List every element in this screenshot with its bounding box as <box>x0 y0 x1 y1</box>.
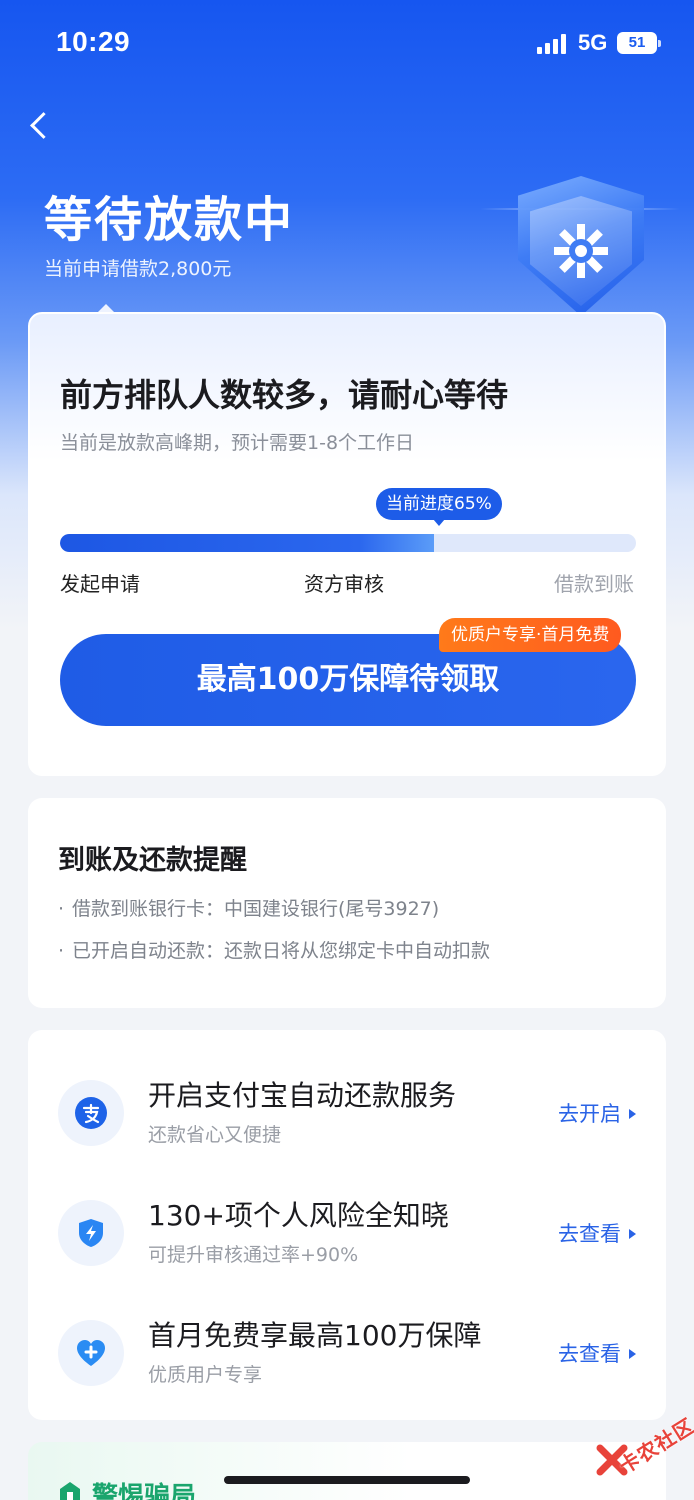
triangle-right-icon <box>629 1109 636 1119</box>
step-disbursed: 借款到账 <box>554 572 634 596</box>
loan-amount-subtitle: 当前申请借款2,800元 <box>44 258 232 280</box>
heart-plus-icon <box>77 1340 105 1366</box>
services-card: 开启支付宝自动还款服务 还款省心又便捷 去开启 130+项个人风险全知晓 可提升… <box>28 1030 666 1420</box>
network-label: 5G <box>578 30 608 55</box>
service-title: 开启支付宝自动还款服务 <box>148 1079 457 1112</box>
progress-fill <box>60 534 435 552</box>
service-subtitle: 优质用户专享 <box>148 1364 263 1386</box>
service-row-protection[interactable]: 首月免费享最高100万保障 优质用户专享 去查看 <box>28 1312 666 1422</box>
home-indicator[interactable] <box>224 1476 470 1484</box>
back-button[interactable] <box>24 106 60 146</box>
progress-bar <box>60 534 636 552</box>
battery-icon: 51 <box>617 32 661 54</box>
reminder-bank-card-text: 借款到账银行卡：中国建设银行(尾号3927) <box>72 898 440 920</box>
house-shield-icon <box>60 1482 80 1500</box>
triangle-right-icon <box>629 1229 636 1239</box>
reminder-title: 到账及还款提醒 <box>58 845 247 876</box>
queue-title: 前方排队人数较多，请耐心等待 <box>60 376 509 414</box>
warning-title: 警惕骗局 <box>92 1482 197 1500</box>
shield-lightning-icon <box>79 1219 103 1247</box>
step-apply: 发起申请 <box>60 572 140 596</box>
watermark: 卡农社区 <box>588 1408 694 1488</box>
shield-illustration <box>480 168 680 318</box>
service-row-alipay[interactable]: 开启支付宝自动还款服务 还款省心又便捷 去开启 <box>28 1072 666 1182</box>
bank-logo-icon <box>554 224 608 278</box>
enable-alipay-button[interactable]: 去开启 <box>558 1098 636 1128</box>
service-row-risk[interactable]: 130+项个人风险全知晓 可提升审核通过率+90% 去查看 <box>28 1192 666 1302</box>
service-action-label: 去查看 <box>558 1222 621 1246</box>
status-time: 10:29 <box>56 26 131 57</box>
alipay-icon <box>75 1097 107 1129</box>
reminder-auto-repay: · 已开启自动还款：还款日将从您绑定卡中自动扣款 <box>58 940 491 962</box>
reminder-card: 到账及还款提醒 · 借款到账银行卡：中国建设银行(尾号3927) · 已开启自动还款… <box>28 798 666 1008</box>
queue-description: 当前是放款高峰期，预计需要1-8个工作日 <box>60 432 415 454</box>
warning-card[interactable]: 警惕骗局 <box>28 1442 666 1500</box>
service-title: 130+项个人风险全知晓 <box>148 1199 449 1232</box>
service-action-label: 去开启 <box>558 1102 621 1126</box>
service-subtitle: 可提升审核通过率+90% <box>148 1244 359 1266</box>
service-subtitle: 还款省心又便捷 <box>148 1124 282 1146</box>
service-action-label: 去查看 <box>558 1342 621 1366</box>
reminder-bank-card: · 借款到账银行卡：中国建设银行(尾号3927) <box>58 898 440 920</box>
step-review: 资方审核 <box>304 572 384 596</box>
view-risk-button[interactable]: 去查看 <box>558 1218 636 1248</box>
status-bar: 10:29 5G 51 <box>0 0 694 90</box>
triangle-right-icon <box>629 1349 636 1359</box>
service-title: 首月免费享最高100万保障 <box>148 1319 482 1352</box>
queue-card: 前方排队人数较多，请耐心等待 当前是放款高峰期，预计需要1-8个工作日 当前进度… <box>28 312 666 776</box>
promo-badge: 优质户专享·首月免费 <box>439 618 622 652</box>
view-protection-button[interactable]: 去查看 <box>558 1338 636 1368</box>
reminder-auto-repay-text: 已开启自动还款：还款日将从您绑定卡中自动扣款 <box>72 940 491 962</box>
signal-icon <box>537 34 569 54</box>
progress-label: 当前进度65% <box>376 488 502 526</box>
page-title: 等待放款中 <box>44 192 295 248</box>
